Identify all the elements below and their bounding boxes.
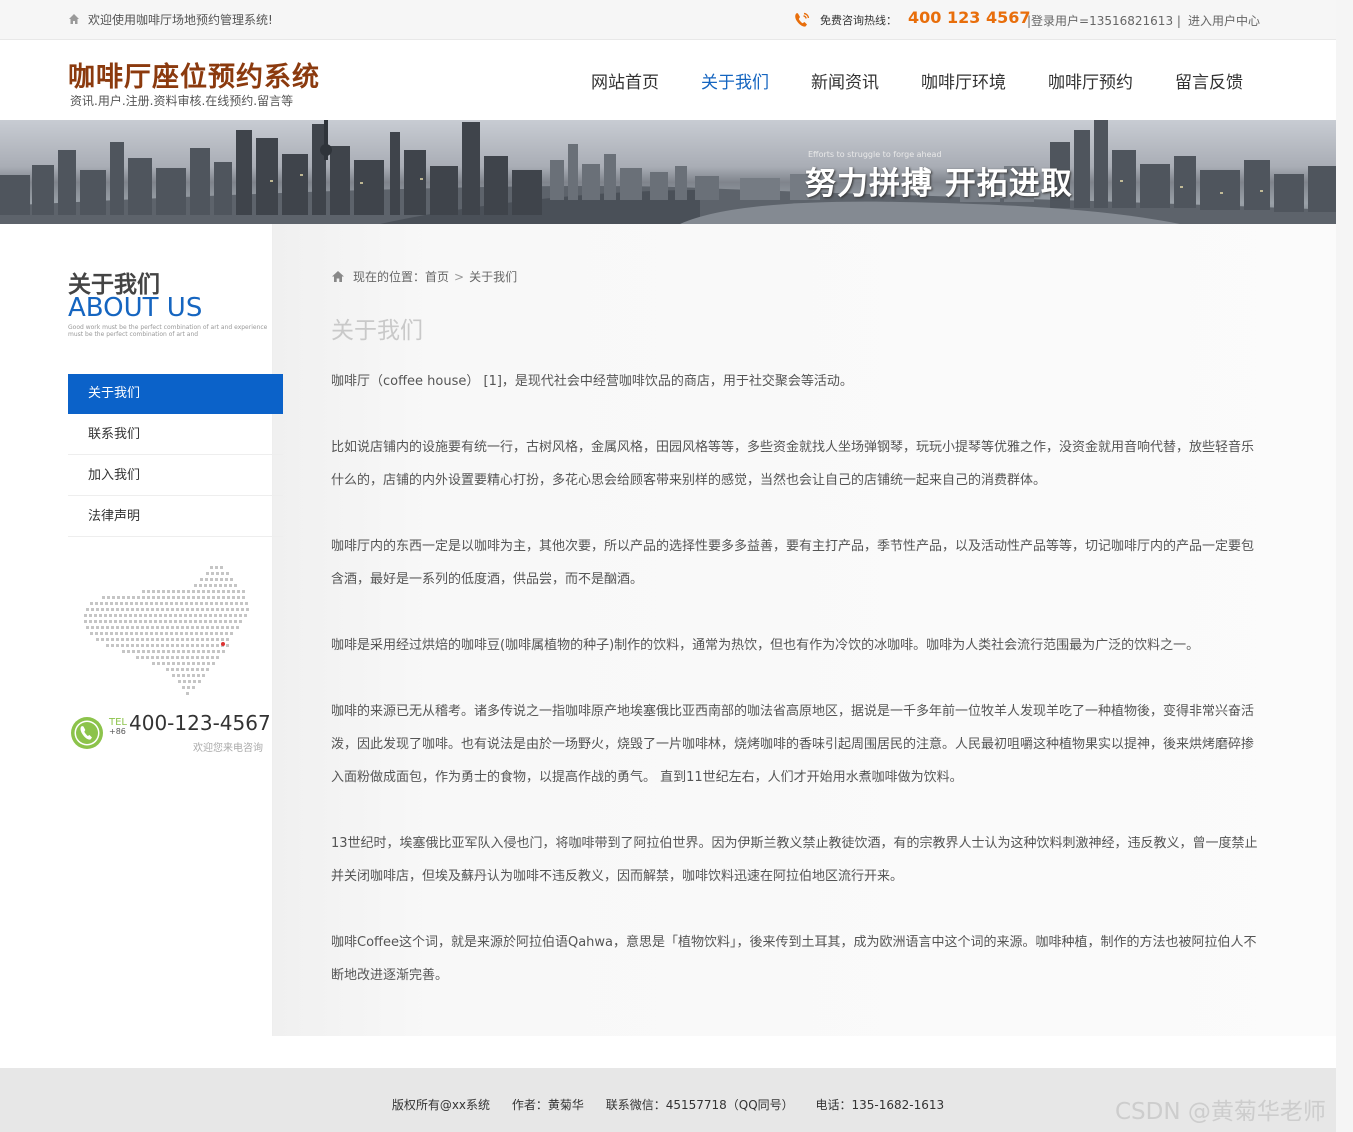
- user-center-link[interactable]: 进入用户中心: [1188, 12, 1260, 29]
- nav-home[interactable]: 网站首页: [570, 68, 680, 98]
- article-paragraph: 咖啡的来源已无从稽考。诸多传说之一指咖啡原产地埃塞俄比亚西南部的咖法省高原地区，…: [331, 704, 1255, 785]
- site-subtitle: 资讯.用户.注册.资料审核.在线预约.留言等: [70, 94, 294, 108]
- sidebar-menu: 关于我们 联系我们 加入我们 法律声明: [68, 374, 283, 537]
- banner-slogan: 努力拼搏 开拓进取: [805, 166, 1073, 202]
- welcome-text: 欢迎使用咖啡厅场地预约管理系统!: [88, 13, 273, 27]
- article-paragraph: 比如说店铺内的设施要有统一行，古树风格，金属风格，田园风格等等，多些资金就找人坐…: [331, 440, 1255, 488]
- sidebar-item-join[interactable]: 加入我们: [68, 455, 283, 496]
- footer-author: 作者：黄菊华: [511, 1098, 584, 1112]
- nav-about[interactable]: 关于我们: [680, 68, 790, 98]
- banner: Efforts to struggle to forge ahead 努力拼搏 …: [0, 120, 1336, 224]
- city-skyline-image: [0, 120, 1336, 224]
- tel-country-code: +86: [109, 727, 126, 736]
- telephone-icon: [71, 717, 103, 749]
- article-paragraph: 13世纪时，埃塞俄比亚军队入侵也门，将咖啡带到了阿拉伯世界。因为伊斯兰教义禁止教…: [331, 836, 1258, 884]
- footer-wechat: 联系微信：45157718（QQ同号）: [605, 1098, 794, 1112]
- sidebar-title-en: ABOUT US: [68, 293, 203, 323]
- top-bar: 欢迎使用咖啡厅场地预约管理系统! 免费咨询热线： 400 123 4567 |登…: [0, 0, 1336, 40]
- site-title[interactable]: 咖啡厅座位预约系统: [68, 55, 320, 94]
- article-paragraph: 咖啡厅内的东西一定是以咖啡为主，其他次要，所以产品的选择性要多多益善，要有主打产…: [331, 539, 1255, 587]
- sidebar-title-tagline: Good work must be the perfect combinatio…: [68, 324, 268, 338]
- nav-booking[interactable]: 咖啡厅预约: [1027, 68, 1154, 98]
- login-user-text: |登录用户=13516821613 |: [1027, 14, 1181, 28]
- footer-copyright: 版权所有@xx系统: [391, 1098, 491, 1112]
- hotline-label: 免费咨询热线：: [820, 14, 897, 27]
- main-nav: 网站首页 关于我们 新闻资讯 咖啡厅环境 咖啡厅预约 留言反馈: [570, 68, 1264, 98]
- home-icon: [69, 14, 79, 24]
- sidebar-item-contact[interactable]: 联系我们: [68, 414, 283, 455]
- vertical-scrollbar[interactable]: [1336, 0, 1353, 1132]
- breadcrumb-label: 现在的位置：: [353, 270, 426, 284]
- hotline-number: 400 123 4567: [908, 8, 1031, 27]
- footer-phone: 电话：135-1682-1613: [815, 1098, 945, 1112]
- tel-subtitle: 欢迎您来电咨询: [193, 743, 263, 754]
- breadcrumb-current[interactable]: 关于我们: [469, 268, 517, 285]
- nav-feedback[interactable]: 留言反馈: [1154, 68, 1264, 98]
- watermark: CSDN @黄菊华老师: [1115, 1099, 1326, 1125]
- home-icon: [332, 271, 344, 282]
- header: 咖啡厅座位预约系统 资讯.用户.注册.资料审核.在线预约.留言等 网站首页 关于…: [0, 40, 1336, 120]
- sidebar: 关于我们 ABOUT US Good work must be the perf…: [0, 224, 283, 1036]
- nav-news[interactable]: 新闻资讯: [790, 68, 900, 98]
- sidebar-item-legal[interactable]: 法律声明: [68, 496, 283, 537]
- article-body: 咖啡厅（coffee house） [1]，是现代社会中经营咖啡饮品的商店，用于…: [331, 365, 1266, 1025]
- article-paragraph: 咖啡Coffee这个词，就是来源於阿拉伯语Qahwa，意思是「植物饮料」，後来传…: [331, 935, 1257, 983]
- article-paragraph: 咖啡厅（coffee house） [1]，是现代社会中经营咖啡饮品的商店，用于…: [331, 374, 853, 389]
- china-dot-map-icon: [84, 566, 249, 695]
- breadcrumb: 现在的位置： 首页 > 关于我们: [331, 268, 517, 285]
- page-title: 关于我们: [331, 318, 423, 344]
- tel-label: TEL: [109, 717, 127, 728]
- nav-environment[interactable]: 咖啡厅环境: [900, 68, 1027, 98]
- breadcrumb-separator: >: [454, 269, 465, 284]
- sidebar-item-about[interactable]: 关于我们: [68, 374, 283, 414]
- article-paragraph: 咖啡是采用经过烘焙的咖啡豆(咖啡属植物的种子)制作的饮料，通常为热饮，但也有作为…: [331, 638, 1200, 653]
- breadcrumb-home[interactable]: 首页: [425, 268, 449, 285]
- tel-number: 400-123-4567: [129, 711, 271, 735]
- phone-icon: [795, 12, 810, 27]
